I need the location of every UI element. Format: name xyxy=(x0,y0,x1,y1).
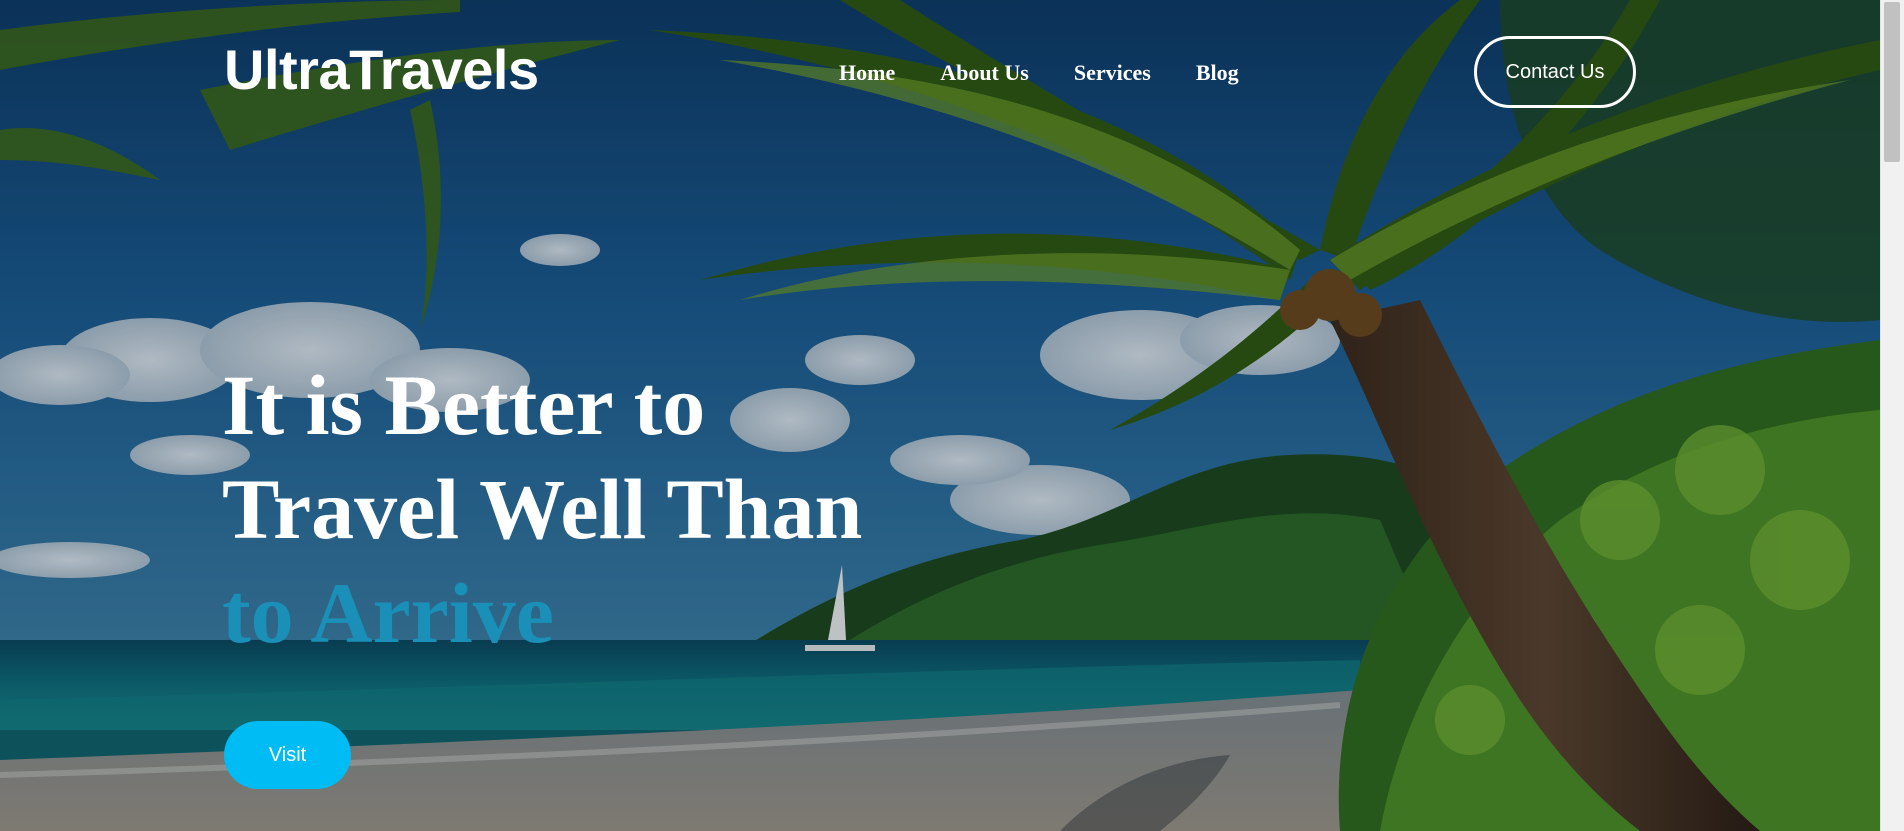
nav-link-services[interactable]: Services xyxy=(1074,58,1151,88)
hero-headline-accent-line: to Arrive xyxy=(222,565,554,661)
site-header: UltraTravels Home About Us Services Blog… xyxy=(0,0,1880,150)
visit-button[interactable]: Visit xyxy=(224,721,351,789)
primary-nav: Home About Us Services Blog xyxy=(839,58,1284,88)
hero-headline: It is Better to Travel Well Than to Arri… xyxy=(222,353,862,665)
page-viewport: UltraTravels Home About Us Services Blog… xyxy=(0,0,1880,831)
scrollbar-thumb[interactable] xyxy=(1884,2,1900,162)
brand-logo[interactable]: UltraTravels xyxy=(224,38,539,102)
nav-link-blog[interactable]: Blog xyxy=(1196,58,1239,88)
hero-headline-line-1: It is Better to xyxy=(222,357,706,453)
contact-us-button[interactable]: Contact Us xyxy=(1474,36,1636,108)
nav-link-about-us[interactable]: About Us xyxy=(940,58,1029,88)
hero-headline-line-2: Travel Well Than xyxy=(222,461,863,557)
nav-link-home[interactable]: Home xyxy=(839,58,895,88)
page-scrollbar[interactable] xyxy=(1880,0,1904,831)
